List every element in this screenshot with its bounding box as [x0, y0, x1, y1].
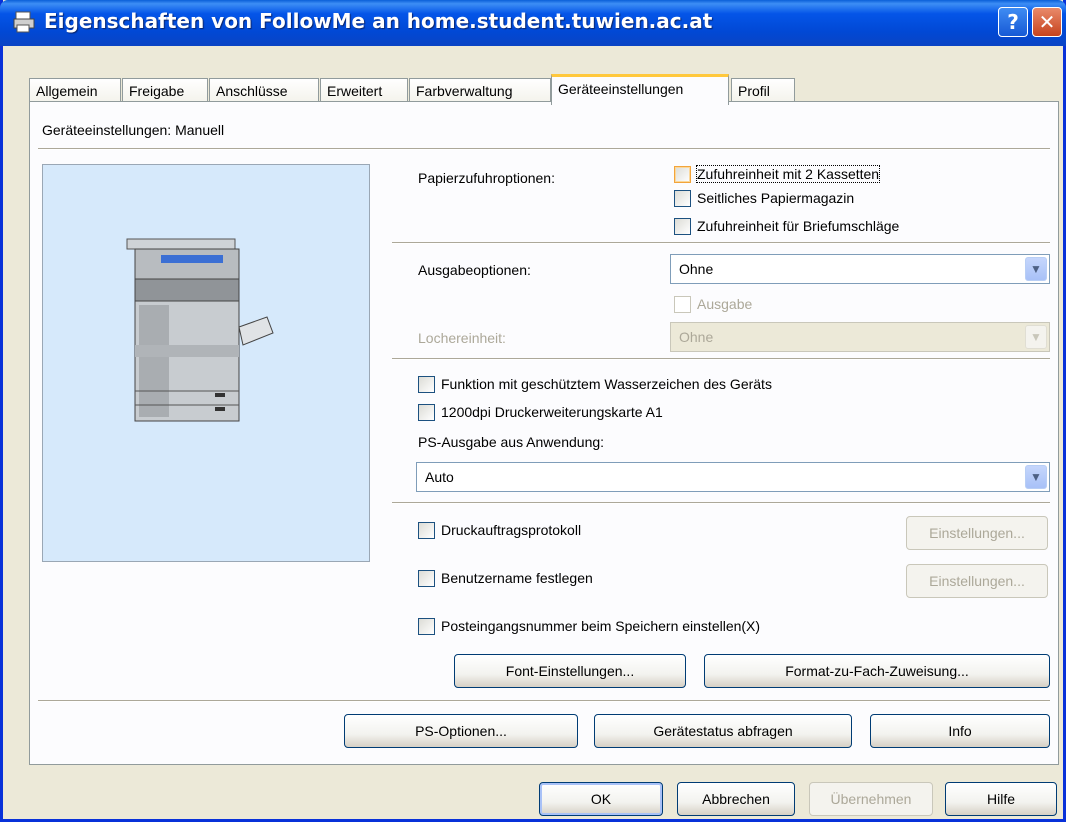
cancel-button[interactable]: Abbrechen: [677, 782, 795, 816]
ps-options-button[interactable]: PS-Optionen...: [344, 714, 578, 748]
info-button[interactable]: Info: [870, 714, 1050, 748]
job-log-settings-button[interactable]: Einstellungen...: [906, 516, 1048, 550]
cassette-unit-checkbox[interactable]: Zufuhreinheit mit 2 Kassetten: [674, 164, 881, 184]
ps-output-value: Auto: [425, 469, 454, 485]
apply-button[interactable]: Übernehmen: [809, 782, 933, 816]
checkbox-box[interactable]: [418, 403, 435, 421]
checkbox-box[interactable]: [674, 295, 691, 313]
puncher-label: Lochereinheit:: [418, 330, 506, 346]
divider: [392, 242, 1050, 244]
ps-output-label: PS-Ausgabe aus Anwendung:: [418, 434, 605, 450]
checkbox-box[interactable]: [674, 165, 691, 183]
checkbox-box[interactable]: [674, 217, 691, 235]
title-bar[interactable]: Eigenschaften von FollowMe an home.stude…: [0, 0, 1066, 46]
output-options-label: Ausgabeoptionen:: [418, 262, 531, 278]
copier-image: [126, 238, 274, 422]
checkbox-box[interactable]: [418, 617, 435, 635]
output-checkbox[interactable]: Ausgabe: [674, 294, 752, 314]
job-log-checkbox[interactable]: Druckauftragsprotokoll: [418, 520, 581, 540]
chevron-down-icon[interactable]: ▼: [1025, 257, 1047, 281]
output-options-select[interactable]: Ohne ▼: [670, 254, 1050, 284]
job-log-label: Druckauftragsprotokoll: [441, 522, 582, 538]
paper-tray-assignment-button[interactable]: Format-zu-Fach-Zuweisung...: [704, 654, 1050, 688]
tab-geraeteeinstellungen[interactable]: Geräteeinstellungen: [551, 74, 729, 105]
properties-dialog: Eigenschaften von FollowMe an home.stude…: [0, 0, 1066, 822]
expansion-card-checkbox[interactable]: 1200dpi Druckerweiterungskarte A1: [418, 402, 663, 422]
font-settings-button[interactable]: Font-Einstellungen...: [454, 654, 686, 688]
paper-feed-label: Papierzufuhroptionen:: [418, 170, 555, 186]
inbox-number-label: Posteingangsnummer beim Speichern einste…: [441, 618, 761, 634]
divider: [392, 502, 1050, 504]
username-label: Benutzername festlegen: [441, 570, 593, 586]
watermark-label: Funktion mit geschütztem Wasserzeichen d…: [441, 376, 772, 392]
tab-panel: Geräteeinstellungen: Manuell Papierzufuh…: [29, 101, 1059, 765]
ps-output-select[interactable]: Auto ▼: [416, 462, 1050, 492]
envelope-unit-label: Zufuhreinheit für Briefumschläge: [697, 218, 900, 234]
mode-label: Geräteeinstellungen: Manuell: [42, 122, 225, 138]
chevron-down-icon[interactable]: ▼: [1025, 465, 1047, 489]
watermark-checkbox[interactable]: Funktion mit geschütztem Wasserzeichen d…: [418, 374, 772, 394]
checkbox-box[interactable]: [418, 375, 435, 393]
username-checkbox[interactable]: Benutzername festlegen: [418, 568, 593, 588]
checkbox-box[interactable]: [418, 569, 435, 587]
side-tray-checkbox[interactable]: Seitliches Papiermagazin: [674, 188, 854, 208]
divider: [392, 358, 1050, 360]
chevron-down-icon[interactable]: ▼: [1025, 325, 1047, 349]
side-tray-label: Seitliches Papiermagazin: [697, 190, 855, 206]
checkbox-box[interactable]: [674, 189, 691, 207]
username-settings-button[interactable]: Einstellungen...: [906, 564, 1048, 598]
expansion-card-label: 1200dpi Druckerweiterungskarte A1: [441, 404, 663, 420]
divider: [38, 148, 1050, 150]
close-button[interactable]: ✕: [1032, 7, 1062, 37]
output-checkbox-label: Ausgabe: [697, 296, 753, 312]
window-title: Eigenschaften von FollowMe an home.stude…: [44, 9, 713, 33]
cassette-unit-label: Zufuhreinheit mit 2 Kassetten: [695, 165, 881, 183]
help-dialog-button[interactable]: Hilfe: [945, 782, 1057, 816]
help-button[interactable]: ?: [998, 7, 1028, 37]
envelope-unit-checkbox[interactable]: Zufuhreinheit für Briefumschläge: [674, 216, 899, 236]
device-status-button[interactable]: Gerätestatus abfragen: [594, 714, 852, 748]
printer-icon: [13, 11, 35, 33]
checkbox-box[interactable]: [418, 521, 435, 539]
puncher-select[interactable]: Ohne ▼: [670, 322, 1050, 352]
printer-preview: [42, 164, 370, 562]
puncher-value: Ohne: [679, 329, 714, 345]
inbox-number-checkbox[interactable]: Posteingangsnummer beim Speichern einste…: [418, 616, 760, 636]
ok-button[interactable]: OK: [539, 782, 663, 816]
divider: [38, 700, 1050, 702]
output-options-value: Ohne: [679, 261, 714, 277]
